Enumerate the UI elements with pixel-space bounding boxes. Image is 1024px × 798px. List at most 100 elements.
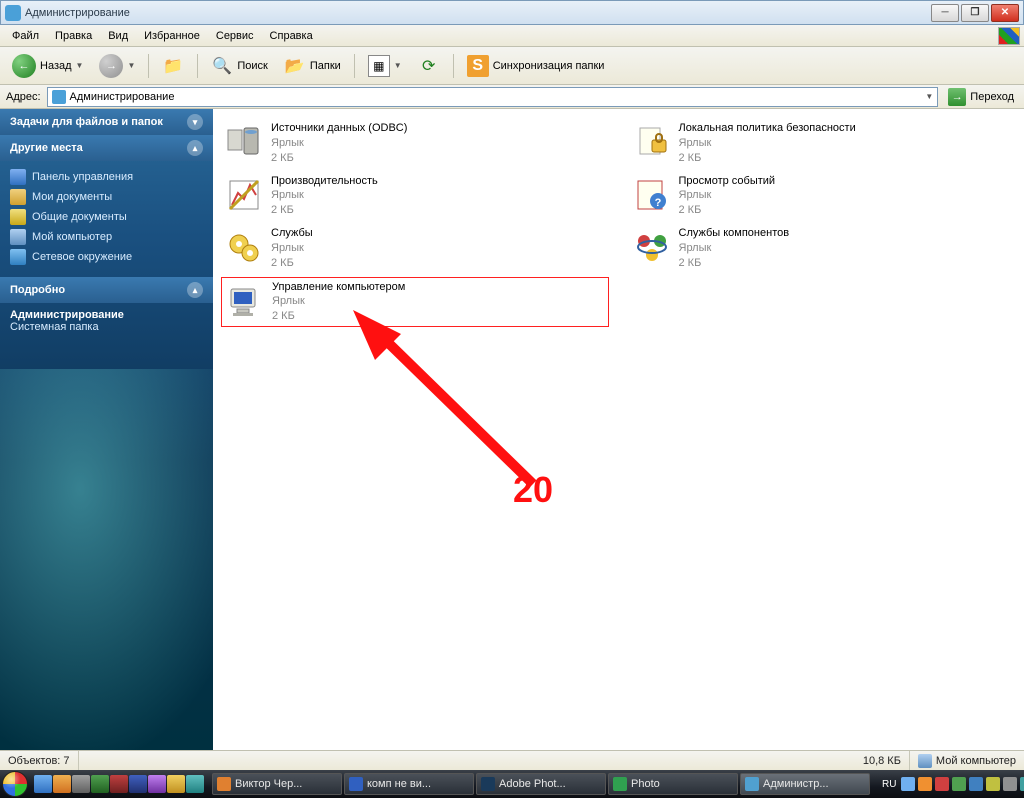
chevron-down-icon[interactable]: ▼ <box>394 61 402 70</box>
file-name: Локальная политика безопасности <box>679 121 856 136</box>
panel-other-places: Другие места ▴ Панель управления Мои доку… <box>0 135 213 277</box>
tray-icon[interactable] <box>918 777 932 791</box>
panel-body-places: Панель управления Мои документы Общие доку… <box>0 161 213 277</box>
panel-header-places[interactable]: Другие места ▴ <box>0 135 213 161</box>
sync-button[interactable]: S Синхронизация папки <box>461 52 611 80</box>
ql-app-icon[interactable] <box>129 775 147 793</box>
refresh-button[interactable]: ⟳ <box>412 52 446 80</box>
ql-app-icon[interactable] <box>91 775 109 793</box>
chevron-up-icon: ▴ <box>187 140 203 156</box>
file-item[interactable]: Управление компьютером Ярлык 2 КБ <box>221 277 609 328</box>
tray-icon[interactable] <box>901 777 915 791</box>
task-label: Виктор Чер... <box>235 778 302 790</box>
ql-app-icon[interactable] <box>110 775 128 793</box>
file-meta: Просмотр событий Ярлык 2 КБ <box>679 174 776 219</box>
sidebar-item-label: Мои документы <box>32 191 112 203</box>
forward-button[interactable]: → ▼ <box>93 52 141 80</box>
ql-ie-icon[interactable] <box>34 775 52 793</box>
file-item[interactable]: ? Просмотр событий Ярлык 2 КБ <box>629 172 1017 221</box>
separator <box>354 54 355 78</box>
file-meta: Управление компьютером Ярлык 2 КБ <box>272 280 405 325</box>
menu-favorites[interactable]: Избранное <box>136 28 208 44</box>
go-button[interactable]: → Переход <box>942 87 1020 107</box>
file-name: Источники данных (ODBC) <box>271 121 407 136</box>
file-size: 2 КБ <box>679 203 776 218</box>
menu-view[interactable]: Вид <box>100 28 136 44</box>
file-meta: Службы компонентов Ярлык 2 КБ <box>679 226 790 271</box>
file-icon <box>223 174 265 216</box>
minimize-button[interactable]: ─ <box>931 4 959 22</box>
details-info: Администрирование Системная папка <box>0 303 213 343</box>
tray-volume-icon[interactable] <box>1020 777 1024 791</box>
toolbar: ← Назад ▼ → ▼ 📁 🔍 Поиск 📂 Папки ▦ ▼ ⟳ S … <box>0 47 1024 85</box>
search-button[interactable]: 🔍 Поиск <box>205 52 273 80</box>
chevron-down-icon[interactable]: ▼ <box>76 61 84 70</box>
ql-showdesktop-icon[interactable] <box>72 775 90 793</box>
ql-app-icon[interactable] <box>148 775 166 793</box>
search-icon: 🔍 <box>211 55 233 77</box>
up-button[interactable]: 📁 <box>156 52 190 80</box>
menu-edit[interactable]: Правка <box>47 28 100 44</box>
file-name: Службы компонентов <box>679 226 790 241</box>
svg-text:?: ? <box>654 197 661 209</box>
status-location-text: Мой компьютер <box>936 755 1016 767</box>
details-subtitle: Системная папка <box>10 321 203 333</box>
panel-header-details[interactable]: Подробно ▴ <box>0 277 213 303</box>
tray-icon[interactable] <box>952 777 966 791</box>
separator <box>148 54 149 78</box>
details-title: Администрирование <box>10 309 203 321</box>
menu-help[interactable]: Справка <box>262 28 321 44</box>
place-icon <box>10 229 26 245</box>
panel-header-tasks[interactable]: Задачи для файлов и папок ▾ <box>0 109 213 135</box>
tray-icon[interactable] <box>1003 777 1017 791</box>
ql-app-icon[interactable] <box>186 775 204 793</box>
folders-button[interactable]: 📂 Папки <box>278 52 347 80</box>
taskbar-task[interactable]: комп не ви... <box>344 773 474 795</box>
address-bar: Адрес: Администрирование ▼ → Переход <box>0 85 1024 109</box>
chevron-down-icon[interactable]: ▼ <box>127 61 135 70</box>
file-item[interactable]: Локальная политика безопасности Ярлык 2 … <box>629 119 1017 168</box>
menu-file[interactable]: Файл <box>4 28 47 44</box>
ql-firefox-icon[interactable] <box>53 775 71 793</box>
tray-icon[interactable] <box>986 777 1000 791</box>
sidebar-item[interactable]: Общие документы <box>10 207 203 227</box>
task-label: Администр... <box>763 778 829 790</box>
taskbar-task[interactable]: Adobe Phot... <box>476 773 606 795</box>
go-arrow-icon: → <box>948 88 966 106</box>
folders-icon: 📂 <box>284 55 306 77</box>
file-type: Ярлык <box>271 241 313 256</box>
address-dropdown-icon[interactable]: ▼ <box>925 92 933 101</box>
ql-app-icon[interactable] <box>167 775 185 793</box>
taskbar-task[interactable]: Photo <box>608 773 738 795</box>
views-button[interactable]: ▦ ▼ <box>362 52 408 80</box>
language-indicator[interactable]: RU <box>880 779 898 790</box>
file-item[interactable]: Производительность Ярлык 2 КБ <box>221 172 609 221</box>
back-button[interactable]: ← Назад ▼ <box>6 52 89 80</box>
file-name: Управление компьютером <box>272 280 405 295</box>
maximize-button[interactable]: ❐ <box>961 4 989 22</box>
file-item[interactable]: Источники данных (ODBC) Ярлык 2 КБ <box>221 119 609 168</box>
close-button[interactable]: ✕ <box>991 4 1019 22</box>
place-icon <box>10 249 26 265</box>
tray-icon[interactable] <box>935 777 949 791</box>
task-label: Photo <box>631 778 660 790</box>
sidebar-item[interactable]: Мои документы <box>10 187 203 207</box>
taskbar-task[interactable]: Виктор Чер... <box>212 773 342 795</box>
file-item[interactable]: Службы Ярлык 2 КБ <box>221 224 609 273</box>
menu-bar: Файл Правка Вид Избранное Сервис Справка <box>0 25 1024 47</box>
file-item[interactable]: Службы компонентов Ярлык 2 КБ <box>629 224 1017 273</box>
taskbar-task[interactable]: Администр... <box>740 773 870 795</box>
sidebar-item[interactable]: Мой компьютер <box>10 227 203 247</box>
task-icon <box>217 777 231 791</box>
file-size: 2 КБ <box>271 203 378 218</box>
sidebar-item[interactable]: Панель управления <box>10 167 203 187</box>
tray-icon[interactable] <box>969 777 983 791</box>
menu-tools[interactable]: Сервис <box>208 28 262 44</box>
start-button[interactable] <box>2 770 28 798</box>
file-name: Просмотр событий <box>679 174 776 189</box>
address-field[interactable]: Администрирование ▼ <box>47 87 939 107</box>
sidebar-item[interactable]: Сетевое окружение <box>10 247 203 267</box>
panel-title: Задачи для файлов и папок <box>10 116 163 128</box>
items-grid: Источники данных (ODBC) Ярлык 2 КБ Локал… <box>213 109 1024 337</box>
file-type: Ярлык <box>271 136 407 151</box>
